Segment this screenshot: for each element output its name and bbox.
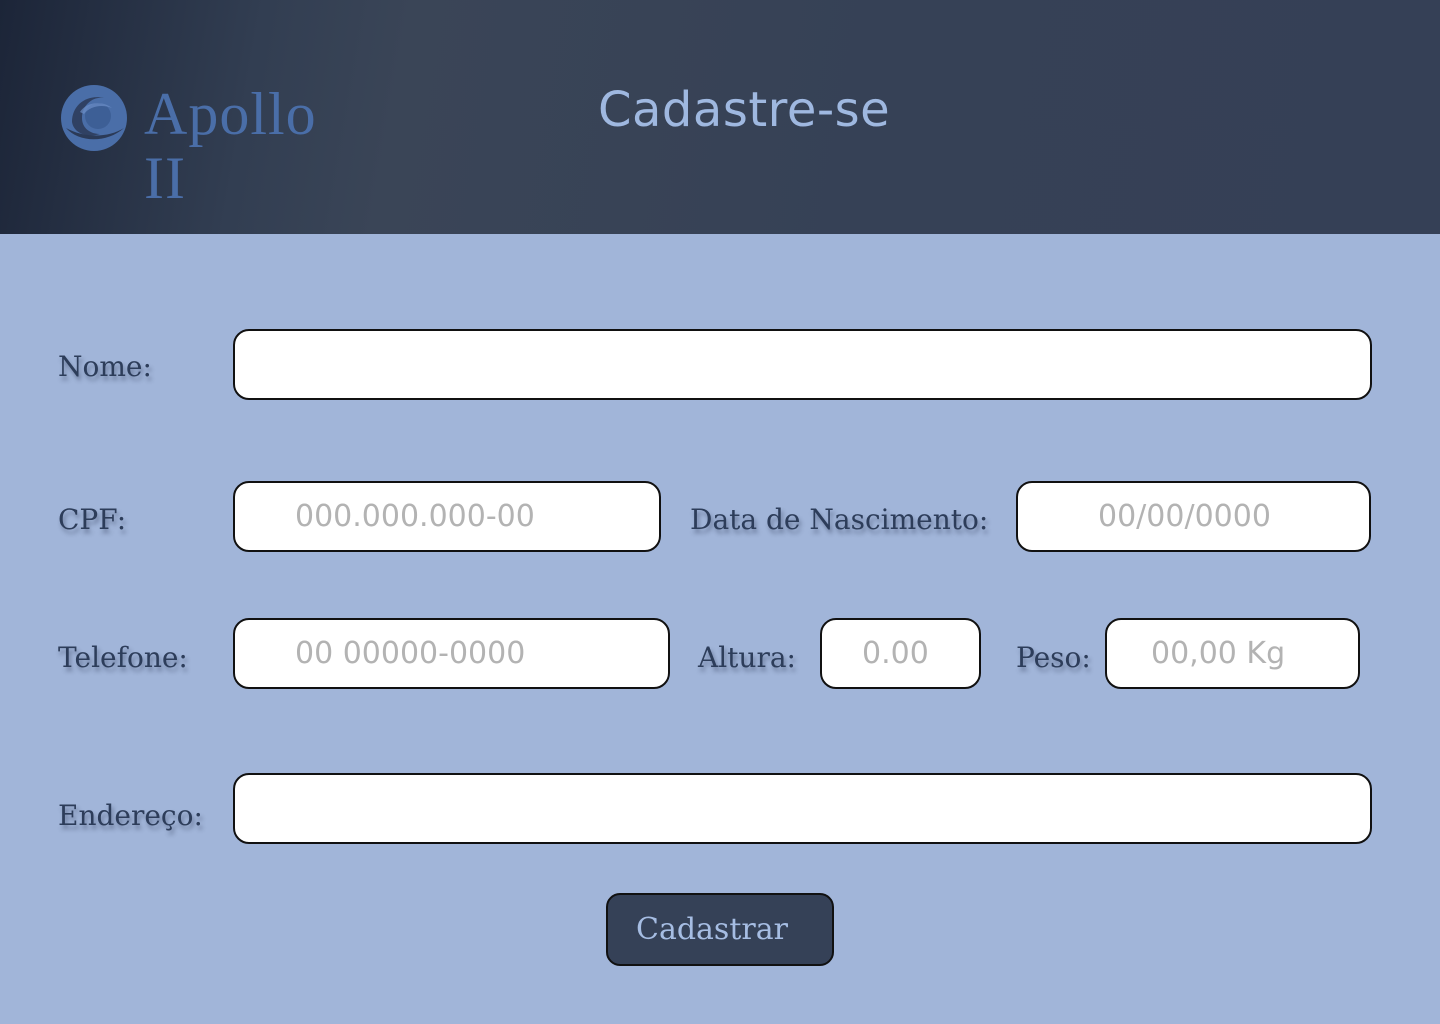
endereco-label: Endereço: [58, 799, 203, 832]
brand-name: Apollo II [144, 81, 317, 211]
cadastrar-button[interactable]: Cadastrar [606, 893, 834, 966]
cpf-label: CPF: [58, 503, 127, 536]
birthdate-input[interactable] [1016, 481, 1371, 552]
nome-input[interactable] [233, 329, 1372, 400]
peso-label: Peso: [1016, 641, 1091, 674]
brand-logo: Apollo II [58, 82, 358, 210]
nome-label: Nome: [58, 350, 152, 383]
endereco-input[interactable] [233, 773, 1372, 844]
telefone-input[interactable] [233, 618, 670, 689]
telefone-label: Telefone: [58, 641, 188, 674]
birthdate-label: Data de Nascimento: [690, 503, 989, 536]
cpf-input[interactable] [233, 481, 661, 552]
altura-label: Altura: [698, 641, 796, 674]
header: Apollo II Cadastre-se [0, 0, 1440, 234]
altura-input[interactable] [820, 618, 981, 689]
peso-input[interactable] [1105, 618, 1360, 689]
wave-circle-logo-icon [61, 85, 127, 151]
page-title: Cadastre-se [598, 82, 891, 138]
